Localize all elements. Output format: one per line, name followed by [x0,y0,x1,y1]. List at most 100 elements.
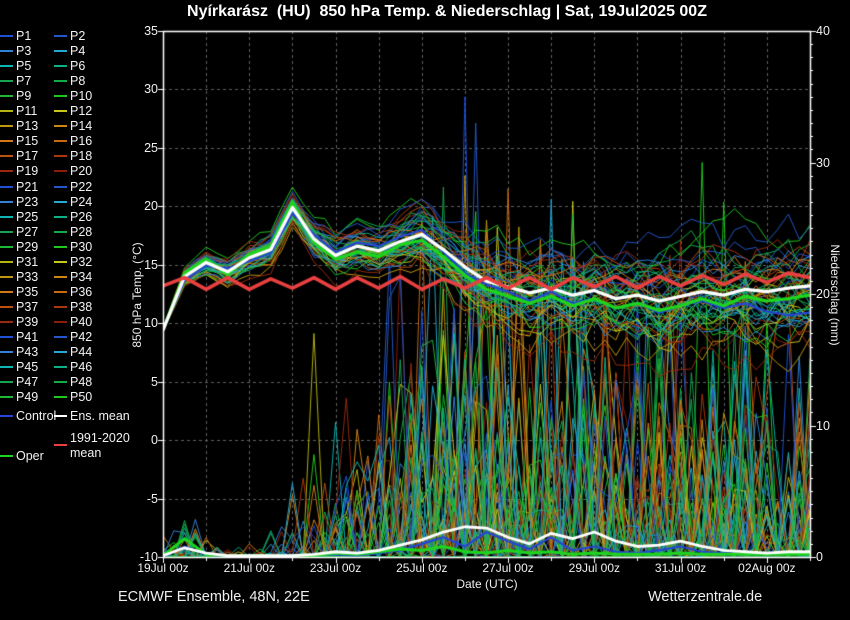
member-line-swatch [54,201,67,203]
legend-label-member: P46 [70,360,92,375]
footer-model-info: ECMWF Ensemble, 48N, 22E [118,589,310,605]
member-line-swatch [0,396,13,398]
legend-item-p29: P29 [0,240,54,255]
temp-axis-tick-20: 20 [126,199,158,213]
member-line-swatch [54,35,67,37]
member-line-swatch [54,366,67,368]
member-line-swatch [54,321,67,323]
page-title: Nyírkarász (HU) 850 hPa Temp. & Niedersc… [187,3,707,21]
member-line-swatch [0,50,13,52]
member-line-swatch [0,261,13,263]
legend-item-p45: P45 [0,360,54,375]
date-axis-tick-0: 19Jul 00z [120,561,206,575]
footer-site-name: Wetterzentrale.de [648,589,762,605]
legend-item-p35: P35 [0,285,54,300]
legend-item-p3: P3 [0,44,54,59]
legend-item-p28: P28 [54,225,108,240]
date-axis-tick-2: 23Jul 00z [293,561,379,575]
legend-label-member: P8 [70,74,85,89]
member-line-swatch [0,201,13,203]
legend-label-member: P35 [16,285,38,300]
member-line-swatch [54,261,67,263]
precip-axis-tick-30: 30 [816,156,830,170]
temp-axis-tick-35: 35 [126,24,158,38]
member-line-swatch [54,246,67,248]
legend-item-p41: P41 [0,330,54,345]
legend-label-member: P48 [70,375,92,390]
precip-axis-tick-10: 10 [816,419,830,433]
legend-item-p38: P38 [54,300,108,315]
legend-label-member: P5 [16,59,31,74]
legend-label-member: P20 [70,164,92,179]
legend-item-oper: Oper [0,449,54,464]
legend-item-p27: P27 [0,225,54,240]
legend-item-p5: P5 [0,59,54,74]
legend-label-member: P18 [70,149,92,164]
member-line-swatch [0,35,13,37]
legend-label-member: P2 [70,29,85,44]
legend-label-member: P39 [16,315,38,330]
legend-item-p24: P24 [54,195,108,210]
legend-label-member: P50 [70,390,92,405]
legend-label-member: P17 [16,149,38,164]
legend-item-p40: P40 [54,315,108,330]
legend-item-p30: P30 [54,240,108,255]
member-line-swatch [54,396,67,398]
temp-axis-tick--5: -5 [126,492,158,506]
member-line-swatch [54,291,67,293]
date-axis-tick-6: 31Jul 00z [638,561,724,575]
member-line-swatch [0,291,13,293]
legend-item-p9: P9 [0,89,54,104]
legend-item-p42: P42 [54,330,108,345]
legend-item-p20: P20 [54,164,108,179]
member-line-swatch [54,110,67,112]
precip-axis-tick-20: 20 [816,287,830,301]
member-line-swatch [0,246,13,248]
member-line-swatch [54,231,67,233]
legend-label-clim-line2: mean [70,446,101,461]
member-line-swatch [54,140,67,142]
legend-label-member: P47 [16,375,38,390]
legend-label-member: P38 [70,300,92,315]
legend-item-p25: P25 [0,210,54,225]
legend-label-member: P14 [70,119,92,134]
date-axis-tick-7: 02Aug 00z [724,561,810,575]
date-axis-tick-4: 27Jul 00z [465,561,551,575]
legend-label-member: P25 [16,210,38,225]
member-line-swatch [54,336,67,338]
legend-item-p36: P36 [54,285,108,300]
legend-label-member: P16 [70,134,92,149]
legend-item-p46: P46 [54,360,108,375]
legend-label-member: P37 [16,300,38,315]
member-line-swatch [54,351,67,353]
legend-label-member: P31 [16,255,38,270]
temp-axis-tick-25: 25 [126,141,158,155]
legend-item-p22: P22 [54,180,108,195]
legend-item-p18: P18 [54,149,108,164]
legend-label-ens-mean: Ens. mean [70,409,130,424]
legend-label-member: P13 [16,119,38,134]
legend-item-p15: P15 [0,134,54,149]
legend-label-member: P15 [16,134,38,149]
member-line-swatch [0,65,13,67]
legend-item-p16: P16 [54,134,108,149]
temp-axis-tick-5: 5 [126,375,158,389]
legend-item-p37: P37 [0,300,54,315]
temp-axis-tick-15: 15 [126,258,158,272]
legend-label-member: P6 [70,59,85,74]
legend-item-control: Control [0,409,54,424]
member-line-swatch [54,125,67,127]
member-line-swatch [54,80,67,82]
legend-label-member: P40 [70,315,92,330]
legend-label-member: P44 [70,345,92,360]
legend-label-member: P10 [70,89,92,104]
member-line-swatch [0,110,13,112]
legend-item-p47: P47 [0,375,54,390]
legend-item-p8: P8 [54,74,108,89]
legend-item-p6: P6 [54,59,108,74]
member-line-swatch [0,155,13,157]
legend-item-p17: P17 [0,149,54,164]
precip-axis-tick-40: 40 [816,24,830,38]
legend-label-member: P30 [70,240,92,255]
member-line-swatch [0,351,13,353]
